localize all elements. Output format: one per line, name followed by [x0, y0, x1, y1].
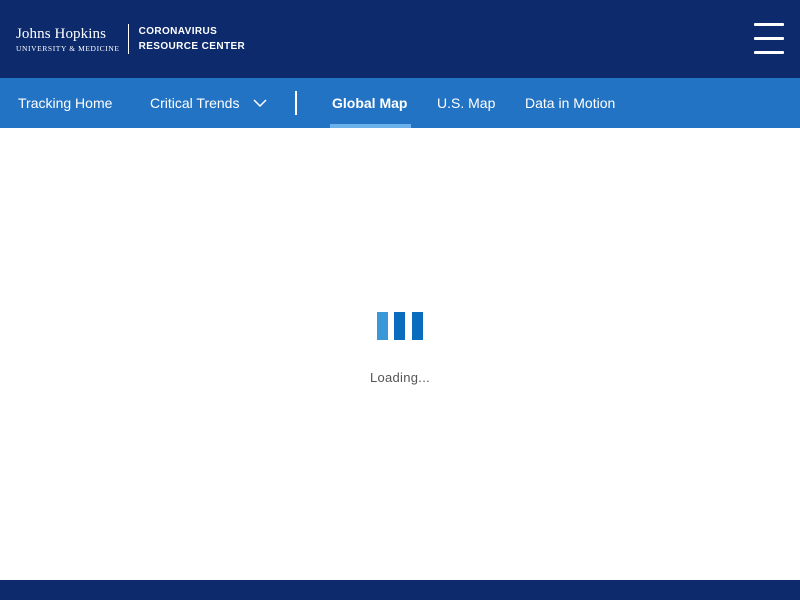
loading-bar: [394, 312, 405, 340]
hamburger-line: [754, 37, 784, 40]
active-tab-indicator: [330, 124, 411, 128]
site-header: Johns Hopkins UNIVERSITY & MEDICINE CORO…: [0, 0, 800, 78]
hamburger-menu-icon[interactable]: [754, 23, 784, 55]
nav-item-label: Data in Motion: [525, 95, 616, 111]
logo-institution-name: Johns Hopkins: [16, 25, 107, 42]
hamburger-line: [754, 51, 784, 54]
footer-strip: [0, 580, 800, 600]
loading-spinner: [377, 312, 423, 340]
loading-bar: [412, 312, 423, 340]
nav-item-us-map[interactable]: U.S. Map: [437, 78, 495, 128]
resource-center-wordmark: CORONAVIRUS RESOURCE CENTER: [139, 24, 246, 54]
logo-institution-subtitle: UNIVERSITY & MEDICINE: [16, 43, 120, 53]
nav-item-label: Critical Trends: [150, 95, 240, 111]
loading-bar: [377, 312, 388, 340]
johns-hopkins-wordmark: Johns Hopkins UNIVERSITY & MEDICINE: [16, 26, 120, 53]
nav-item-data-in-motion[interactable]: Data in Motion: [525, 78, 615, 128]
nav-item-label: U.S. Map: [437, 95, 496, 111]
nav-item-global-map[interactable]: Global Map: [332, 78, 407, 128]
nav-separator: [295, 91, 297, 115]
jhu-crc-logo[interactable]: Johns Hopkins UNIVERSITY & MEDICINE CORO…: [16, 24, 245, 54]
logo-center-line1: CORONAVIRUS: [138, 26, 218, 37]
logo-divider: [127, 24, 129, 54]
loading-text: Loading...: [369, 370, 431, 385]
nav-item-label: Tracking Home: [18, 95, 113, 111]
nav-item-tracking-home[interactable]: Tracking Home: [18, 78, 112, 128]
nav-item-label: Global Map: [332, 95, 408, 111]
nav-item-critical-trends[interactable]: Critical Trends: [150, 78, 267, 128]
logo-center-line2: RESOURCE CENTER: [138, 41, 246, 52]
chevron-down-icon: [253, 99, 267, 107]
hamburger-line: [754, 23, 784, 26]
tracking-nav: Tracking Home Critical Trends Global Map…: [0, 78, 800, 128]
